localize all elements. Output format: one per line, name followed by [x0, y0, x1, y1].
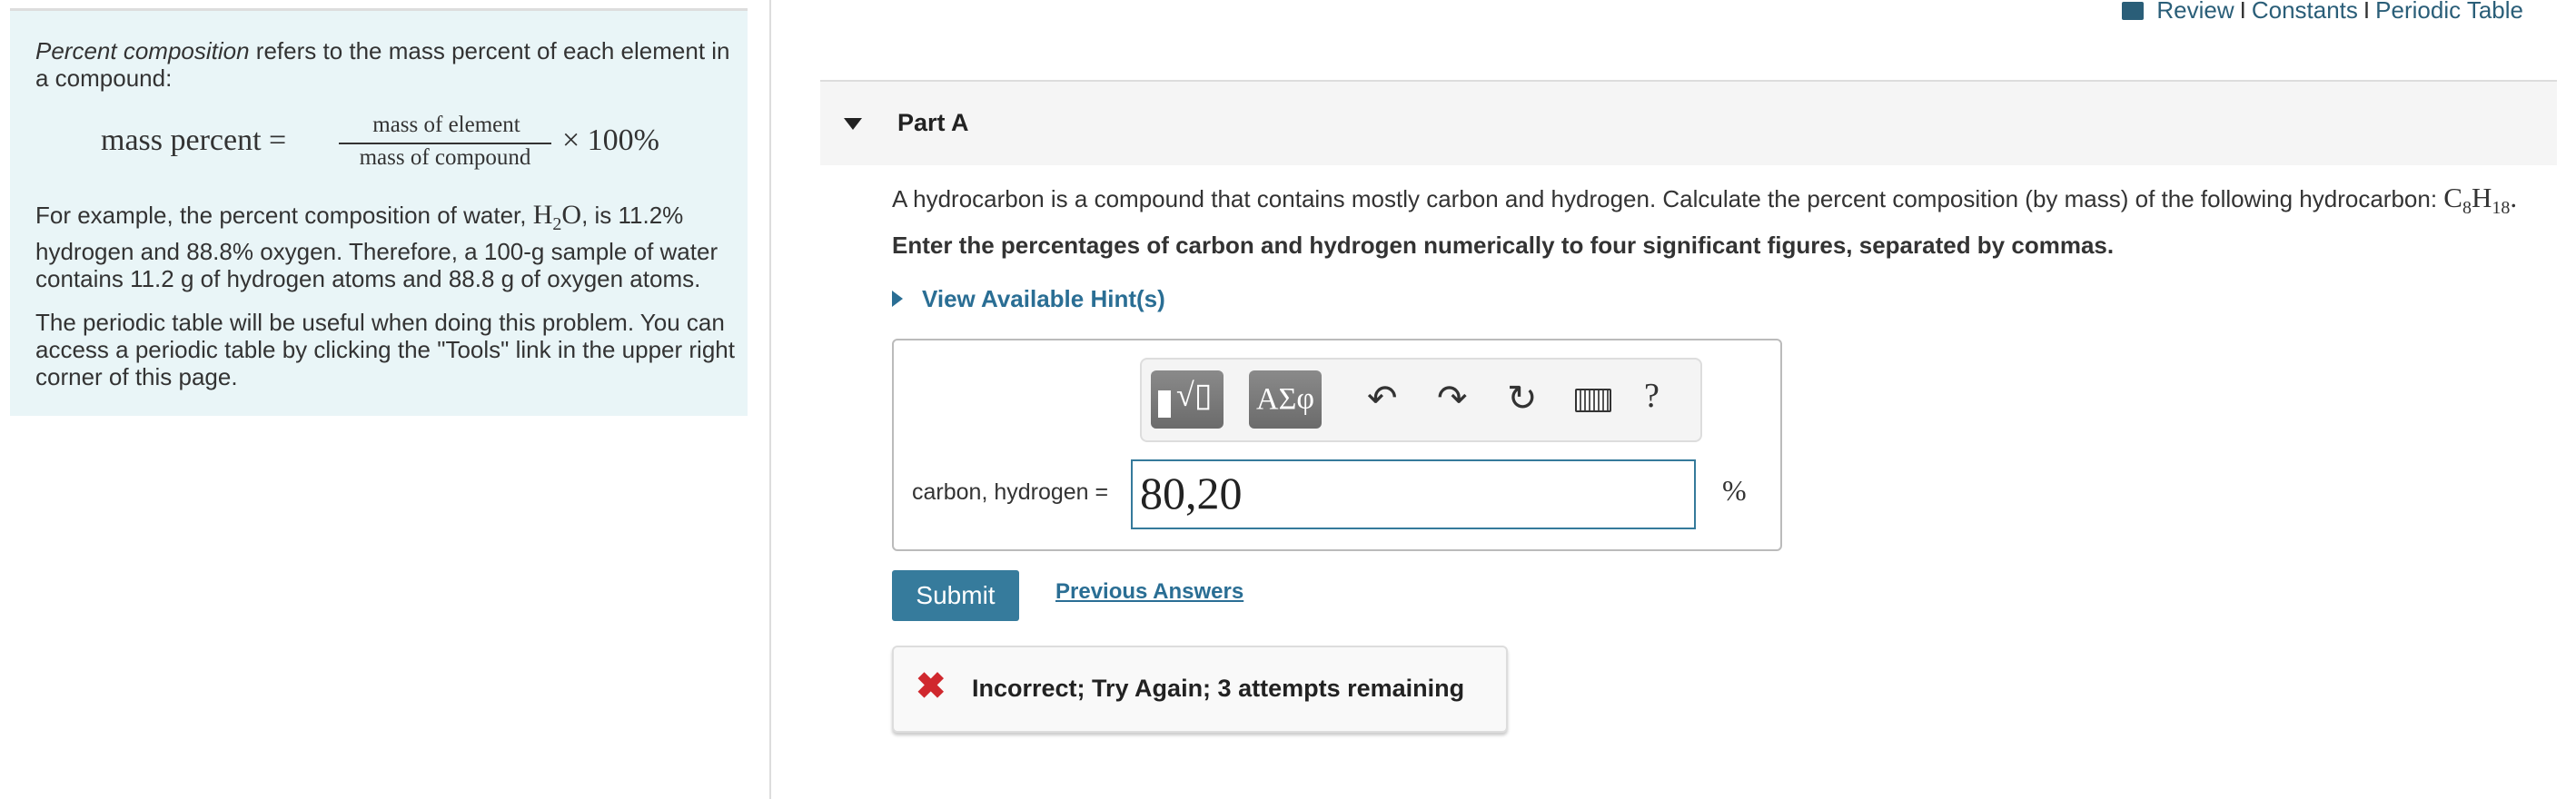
- submit-button[interactable]: Submit: [892, 570, 1019, 621]
- feedback-box: ✖ Incorrect; Try Again; 3 attempts remai…: [892, 646, 1508, 733]
- intro-panel: Percent composition refers to the mass p…: [10, 8, 748, 416]
- reset-icon[interactable]: ↻: [1507, 378, 1538, 419]
- book-icon: [2122, 2, 2145, 20]
- question-text: A hydrocarbon is a compound that contain…: [892, 182, 2517, 219]
- formula-sub: 8: [2462, 198, 2472, 219]
- undo-icon[interactable]: ↶: [1367, 378, 1398, 419]
- intro-paragraph-3: The periodic table will be useful when d…: [35, 309, 735, 390]
- formula-h: H: [532, 200, 553, 230]
- formula-sub: 18: [2492, 198, 2511, 219]
- part-a-header[interactable]: Part A: [820, 80, 2557, 165]
- part-title: Part A: [897, 109, 969, 136]
- separator: I: [2239, 0, 2246, 24]
- formula-numerator: mass of element: [372, 113, 520, 137]
- help-button[interactable]: ?: [1644, 376, 1660, 416]
- answer-input[interactable]: 80,20: [1131, 459, 1696, 529]
- templates-icon: [1158, 390, 1171, 418]
- formula-lhs: mass percent =: [101, 123, 287, 157]
- instruction-text: Enter the percentages of carbon and hydr…: [892, 232, 2115, 259]
- templates-button[interactable]: √▯: [1151, 370, 1224, 429]
- unit-label: %: [1722, 474, 1747, 507]
- keyboard-icon[interactable]: [1575, 389, 1611, 412]
- redo-icon[interactable]: ↷: [1437, 378, 1468, 419]
- answer-value: 80,20: [1140, 468, 1243, 518]
- expand-icon: [892, 291, 903, 307]
- mass-percent-formula: mass percent = mass of element mass of c…: [101, 113, 700, 185]
- period: .: [2510, 182, 2518, 213]
- math-toolbar: √▯ ΑΣφ ↶ ↷ ↻ ?: [1140, 358, 1702, 442]
- top-links: Review I Constants I Periodic Table: [2122, 0, 2523, 25]
- answer-label: carbon, hydrogen =: [912, 479, 1109, 505]
- periodic-table-link[interactable]: Periodic Table: [2375, 0, 2523, 24]
- divider: [769, 0, 771, 799]
- text: For example, the percent composition of …: [35, 202, 533, 229]
- formula-o: O: [561, 200, 582, 230]
- fraction-bar: [339, 143, 551, 144]
- formula-c: C: [2443, 182, 2462, 213]
- intro-paragraph-1: Percent composition refers to the mass p…: [35, 37, 735, 92]
- formula-sub: 2: [552, 214, 562, 234]
- feedback-text: Incorrect; Try Again; 3 attempts remaini…: [972, 675, 1465, 702]
- text: A hydrocarbon is a compound that contain…: [892, 185, 2444, 212]
- greek-button[interactable]: ΑΣφ: [1249, 370, 1322, 429]
- collapse-icon[interactable]: [844, 118, 862, 130]
- formula-denominator: mass of compound: [359, 145, 531, 170]
- term: Percent composition: [35, 37, 250, 64]
- formula-h: H: [2471, 182, 2492, 213]
- separator: I: [2363, 0, 2371, 24]
- constants-link[interactable]: Constants: [2252, 0, 2358, 24]
- x-icon: ✖: [916, 666, 946, 706]
- hint-link[interactable]: View Available Hint(s): [922, 285, 1165, 313]
- previous-answers-link[interactable]: Previous Answers: [1055, 579, 1243, 605]
- review-link[interactable]: Review: [2156, 0, 2234, 24]
- formula-times: × 100%: [562, 123, 659, 157]
- intro-paragraph-2: For example, the percent composition of …: [35, 200, 735, 293]
- sqrt-icon: √▯: [1176, 377, 1213, 413]
